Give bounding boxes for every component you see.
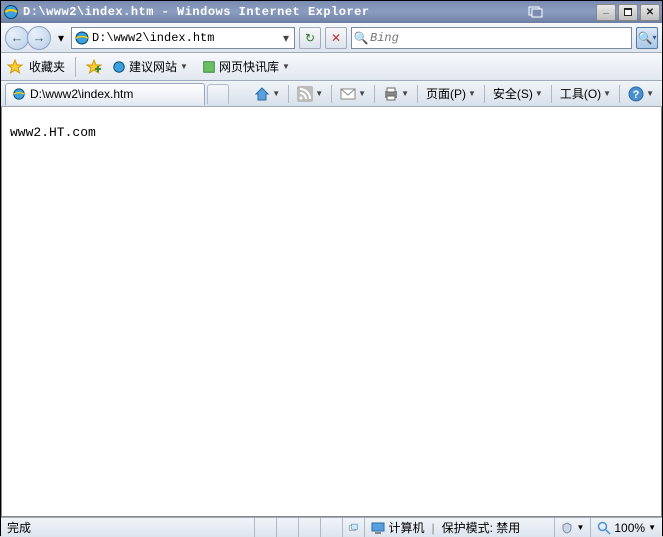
tab-toolbar: D:\www2\index.htm ▼ ▼ ▼ ▼ 页面(P) ▼ 安全(S) …	[1, 81, 662, 107]
close-button[interactable]: ✕	[640, 4, 660, 21]
separator	[619, 85, 620, 103]
address-dropdown-icon[interactable]: ▾	[278, 31, 294, 45]
page-content: www2.HT.com	[1, 107, 662, 517]
window-title: D:\www2\index.htm - Windows Internet Exp…	[23, 5, 526, 19]
nav-toolbar: ← → ▾ ▾ ↻ ✕ 🔍 🔍▾	[1, 23, 662, 53]
new-tab-button[interactable]	[207, 84, 229, 104]
ie-icon	[3, 4, 19, 20]
home-button[interactable]: ▼	[250, 84, 284, 104]
protected-mode-label: 保护模式: 禁用	[442, 519, 521, 536]
feeds-button[interactable]: ▼	[293, 84, 327, 104]
maximize-button[interactable]	[618, 4, 638, 21]
zone-label: 计算机	[388, 519, 424, 536]
favorites-label[interactable]: 收藏夹	[29, 58, 65, 75]
chevron-down-icon: ▼	[603, 89, 611, 98]
search-go-button[interactable]: 🔍▾	[636, 27, 658, 49]
status-popup-icon[interactable]	[343, 518, 365, 537]
stop-button[interactable]: ✕	[325, 27, 347, 49]
help-button[interactable]: ? ▼	[624, 84, 658, 104]
separator	[288, 85, 289, 103]
status-text: 完成	[1, 518, 255, 537]
print-icon	[383, 87, 399, 101]
titlebar: D:\www2\index.htm - Windows Internet Exp…	[1, 1, 662, 23]
tab-title: D:\www2\index.htm	[30, 87, 133, 101]
page-menu[interactable]: 页面(P) ▼	[422, 83, 480, 104]
search-bar[interactable]: 🔍	[351, 27, 632, 49]
search-input[interactable]	[370, 31, 631, 45]
ie-icon	[112, 60, 126, 74]
minimize-button[interactable]: _	[596, 4, 616, 21]
zoom-level: 100%	[614, 521, 645, 535]
page-icon	[74, 30, 90, 46]
fav-item-label: 建议网站	[129, 58, 177, 75]
shield-icon	[561, 522, 573, 534]
back-button[interactable]: ←	[5, 26, 29, 50]
rss-icon	[297, 86, 313, 102]
add-favorite-icon[interactable]	[86, 59, 102, 75]
window-controls: _ ✕	[596, 4, 660, 21]
nav-history-dropdown[interactable]: ▾	[55, 31, 67, 45]
status-pane-1	[255, 518, 277, 537]
favorites-bar: 收藏夹 建议网站 ▼ 网页快讯库 ▼	[1, 53, 662, 81]
status-pane-2	[277, 518, 299, 537]
restore-indicator-icon	[526, 4, 546, 21]
separator	[484, 85, 485, 103]
zoom-control[interactable]: 100% ▼	[591, 521, 662, 535]
chevron-down-icon: ▼	[282, 62, 290, 71]
separator	[374, 85, 375, 103]
separator	[331, 85, 332, 103]
computer-icon	[371, 521, 385, 535]
slice-icon	[202, 60, 216, 74]
zoom-icon	[597, 521, 611, 535]
menu-label: 安全(S)	[493, 85, 533, 102]
mail-button[interactable]: ▼	[336, 86, 370, 102]
status-pane-4	[321, 518, 343, 537]
home-icon	[254, 86, 270, 102]
chevron-down-icon: ▼	[180, 62, 188, 71]
chevron-down-icon: ▼	[646, 89, 654, 98]
chevron-down-icon: ▼	[315, 89, 323, 98]
separator	[417, 85, 418, 103]
chevron-down-icon: ▼	[358, 89, 366, 98]
fav-item-label: 网页快讯库	[219, 58, 279, 75]
address-bar[interactable]: ▾	[71, 27, 295, 49]
chevron-down-icon: ▼	[648, 523, 656, 532]
separator	[75, 57, 76, 77]
popup-blocked-icon	[349, 521, 358, 535]
menu-label: 页面(P)	[426, 85, 466, 102]
chevron-down-icon: ▼	[401, 89, 409, 98]
status-pane-3	[299, 518, 321, 537]
chevron-down-icon: ▼	[576, 523, 584, 532]
chevron-down-icon: ▼	[272, 89, 280, 98]
mail-icon	[340, 88, 356, 100]
help-icon: ?	[628, 86, 644, 102]
status-done-label: 完成	[7, 519, 31, 536]
chevron-down-icon: ▼	[535, 89, 543, 98]
search-icon: 🔍	[352, 31, 370, 45]
nav-buttons: ← →	[5, 26, 51, 50]
chevron-down-icon: ▼	[468, 89, 476, 98]
ie-icon	[12, 87, 26, 101]
status-security[interactable]: ▼	[555, 518, 591, 537]
fav-suggested-sites[interactable]: 建议网站 ▼	[108, 56, 192, 77]
svg-text:?: ?	[633, 89, 640, 101]
status-zone[interactable]: 计算机 | 保护模式: 禁用	[365, 518, 555, 537]
statusbar: 完成 计算机 | 保护模式: 禁用 ▼ 100% ▼	[1, 517, 662, 537]
menu-label: 工具(O)	[560, 85, 601, 102]
tools-menu[interactable]: 工具(O) ▼	[556, 83, 615, 104]
forward-button[interactable]: →	[27, 26, 51, 50]
favorites-star-icon[interactable]	[7, 59, 23, 75]
refresh-button[interactable]: ↻	[299, 27, 321, 49]
address-input[interactable]	[92, 31, 278, 45]
fav-web-slices[interactable]: 网页快讯库 ▼	[198, 56, 294, 77]
safety-menu[interactable]: 安全(S) ▼	[489, 83, 547, 104]
separator	[551, 85, 552, 103]
active-tab[interactable]: D:\www2\index.htm	[5, 83, 205, 105]
print-button[interactable]: ▼	[379, 85, 413, 103]
body-text: www2.HT.com	[10, 125, 96, 140]
